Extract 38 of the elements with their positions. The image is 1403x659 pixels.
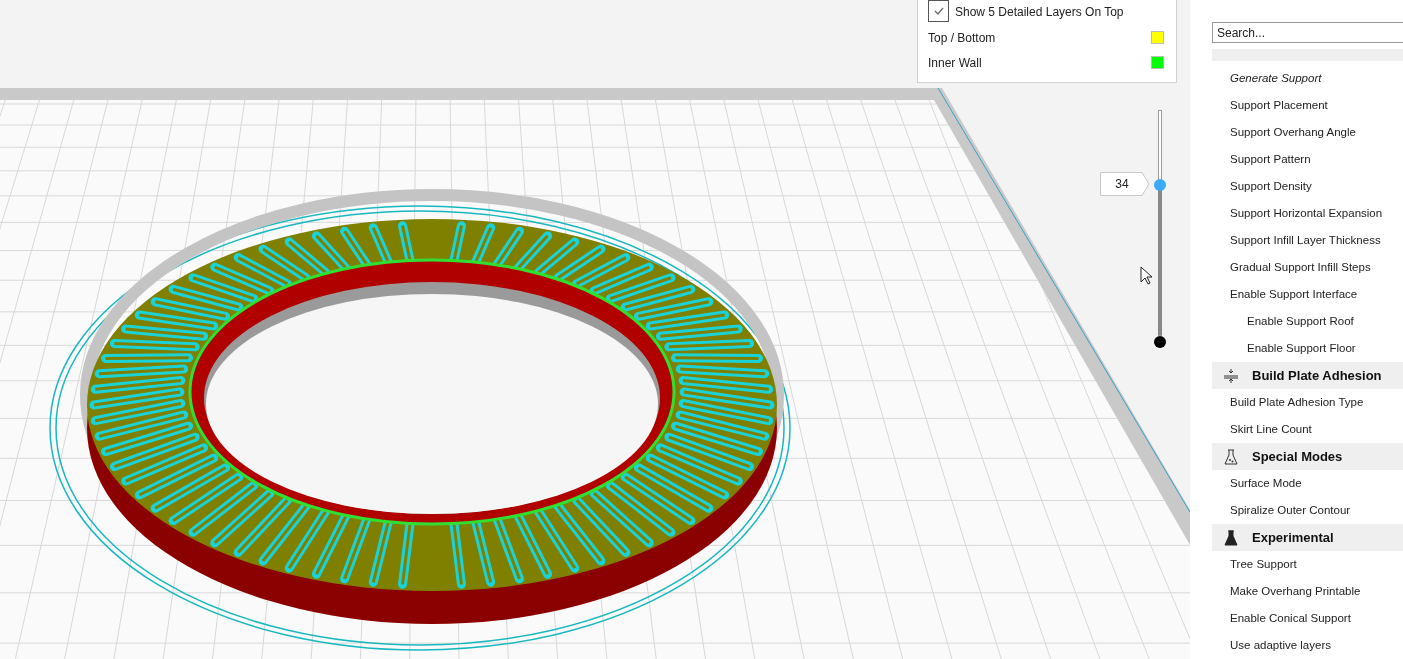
setting-item[interactable]: Spiralize Outer Contour bbox=[1190, 497, 1403, 524]
legend-label: Top / Bottom bbox=[928, 30, 996, 45]
setting-item[interactable]: Enable Support Roof bbox=[1190, 308, 1403, 335]
setting-item[interactable]: Use adaptive layers bbox=[1190, 632, 1403, 659]
setting-item[interactable]: Tree Support bbox=[1190, 551, 1403, 578]
setting-item[interactable]: Support Overhang Angle bbox=[1190, 119, 1403, 146]
setting-item[interactable]: Skirt Line Count bbox=[1190, 416, 1403, 443]
setting-item[interactable]: Enable Support Floor bbox=[1190, 335, 1403, 362]
setting-item[interactable]: Surface Mode bbox=[1190, 470, 1403, 497]
mouse-pointer-icon bbox=[1140, 266, 1152, 286]
setting-item[interactable]: Support Density bbox=[1190, 173, 1403, 200]
checkbox[interactable] bbox=[928, 0, 949, 22]
setting-item[interactable]: Support Infill Layer Thickness bbox=[1190, 227, 1403, 254]
setting-item[interactable]: Enable Conical Support bbox=[1190, 605, 1403, 632]
category-header[interactable]: Special Modes bbox=[1212, 443, 1403, 470]
check-icon bbox=[933, 7, 944, 15]
category-label: Build Plate Adhesion bbox=[1252, 368, 1382, 383]
setting-item[interactable]: Generate Support bbox=[1190, 65, 1403, 92]
category-header[interactable]: Experimental bbox=[1212, 524, 1403, 551]
search-field[interactable]: Search... bbox=[1212, 22, 1403, 44]
setting-item[interactable]: Make Overhang Printable bbox=[1190, 578, 1403, 605]
category-label: Experimental bbox=[1252, 530, 1334, 545]
layer-slider-handle[interactable] bbox=[1154, 178, 1166, 191]
setting-item[interactable]: Support Placement bbox=[1190, 92, 1403, 119]
adhesion-icon bbox=[1224, 368, 1238, 383]
setting-item[interactable]: Support Horizontal Expansion bbox=[1190, 200, 1403, 227]
flask-icon bbox=[1224, 448, 1238, 465]
setting-item[interactable]: Support Pattern bbox=[1190, 146, 1403, 173]
setting-item[interactable]: Enable Support Interface bbox=[1190, 281, 1403, 308]
category-header[interactable]: Build Plate Adhesion bbox=[1212, 362, 1403, 389]
flask-icon bbox=[1224, 529, 1238, 546]
setting-item[interactable]: Gradual Support Infill Steps bbox=[1190, 254, 1403, 281]
category-label: Special Modes bbox=[1252, 449, 1343, 464]
legend-label: Inner Wall bbox=[928, 55, 982, 70]
setting-item[interactable]: Build Plate Adhesion Type bbox=[1190, 389, 1403, 416]
layer-slider-end-handle[interactable] bbox=[1154, 336, 1166, 348]
checkbox-label: Show 5 Detailed Layers On Top bbox=[955, 4, 1124, 19]
layer-number-field[interactable]: 34 bbox=[1100, 172, 1150, 196]
